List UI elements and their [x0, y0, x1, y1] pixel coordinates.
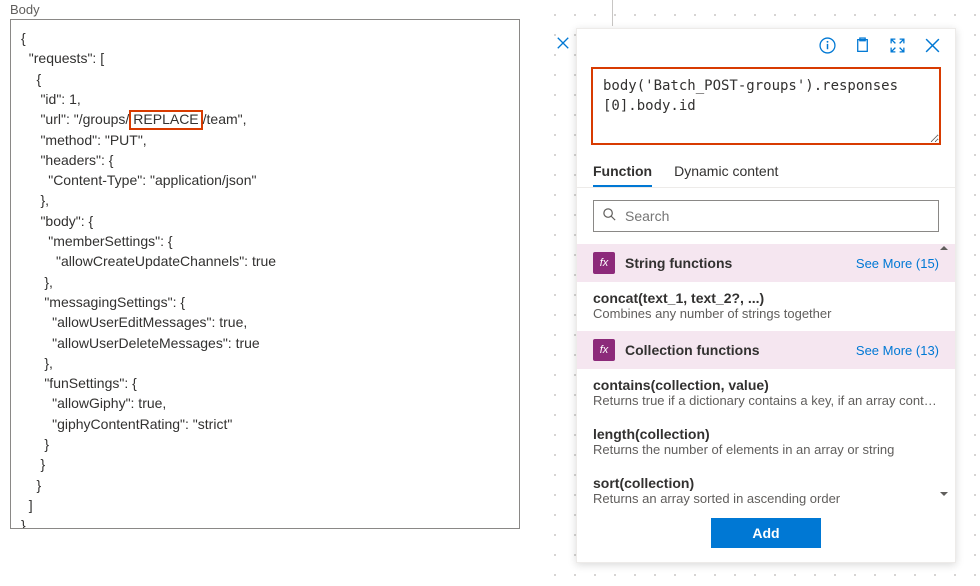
body-input-section: Body { "requests": [ { "id": 1, "url": "… — [10, 2, 530, 529]
see-more-link[interactable]: See More (15) — [856, 256, 939, 271]
divider — [612, 0, 613, 26]
search-box[interactable] — [593, 200, 939, 232]
function-desc: Combines any number of strings together — [593, 306, 939, 321]
panel-toolbar — [577, 29, 955, 63]
replace-token[interactable]: REPLACE — [129, 110, 202, 129]
function-item-length[interactable]: length(collection) Returns the number of… — [577, 418, 955, 467]
function-name: sort(collection) — [593, 475, 939, 491]
code-post: /team", "method": "PUT", "headers": { "C… — [21, 111, 276, 529]
function-name: concat(text_1, text_2?, ...) — [593, 290, 939, 306]
section-string-functions[interactable]: fx String functions See More (15) — [577, 244, 955, 282]
close-icon[interactable] — [924, 37, 941, 57]
code-pre: { "requests": [ { "id": 1, "url": "/grou… — [21, 30, 129, 127]
tabs: Function Dynamic content — [577, 155, 955, 188]
body-textarea[interactable]: { "requests": [ { "id": 1, "url": "/grou… — [10, 19, 520, 529]
function-item-sort[interactable]: sort(collection) Returns an array sorted… — [577, 467, 955, 508]
clipboard-icon[interactable] — [854, 37, 871, 57]
function-name: contains(collection, value) — [593, 377, 939, 393]
info-icon[interactable] — [819, 37, 836, 57]
tab-function[interactable]: Function — [593, 155, 652, 187]
scroll-down-icon[interactable] — [939, 486, 949, 502]
expand-icon[interactable] — [889, 37, 906, 57]
function-desc: Returns an array sorted in ascending ord… — [593, 491, 939, 506]
search-input[interactable] — [625, 208, 930, 224]
expression-editor-panel: body('Batch_POST-groups').responses[0].b… — [576, 28, 956, 563]
function-name: length(collection) — [593, 426, 939, 442]
close-panel-icon[interactable] — [556, 36, 570, 53]
tab-dynamic-content[interactable]: Dynamic content — [674, 155, 778, 187]
function-desc: Returns the number of elements in an arr… — [593, 442, 939, 457]
fx-icon: fx — [593, 339, 615, 361]
add-button[interactable]: Add — [711, 518, 821, 548]
function-item-concat[interactable]: concat(text_1, text_2?, ...) Combines an… — [577, 282, 955, 331]
section-title: Collection functions — [625, 342, 760, 358]
fx-icon: fx — [593, 252, 615, 274]
see-more-link[interactable]: See More (13) — [856, 343, 939, 358]
section-title: String functions — [625, 255, 732, 271]
function-item-contains[interactable]: contains(collection, value) Returns true… — [577, 369, 955, 418]
function-desc: Returns true if a dictionary contains a … — [593, 393, 939, 408]
search-icon — [602, 207, 617, 225]
scroll-up-icon[interactable] — [939, 240, 949, 256]
body-label: Body — [10, 2, 530, 17]
expression-input[interactable]: body('Batch_POST-groups').responses[0].b… — [591, 67, 941, 145]
section-collection-functions[interactable]: fx Collection functions See More (13) — [577, 331, 955, 369]
